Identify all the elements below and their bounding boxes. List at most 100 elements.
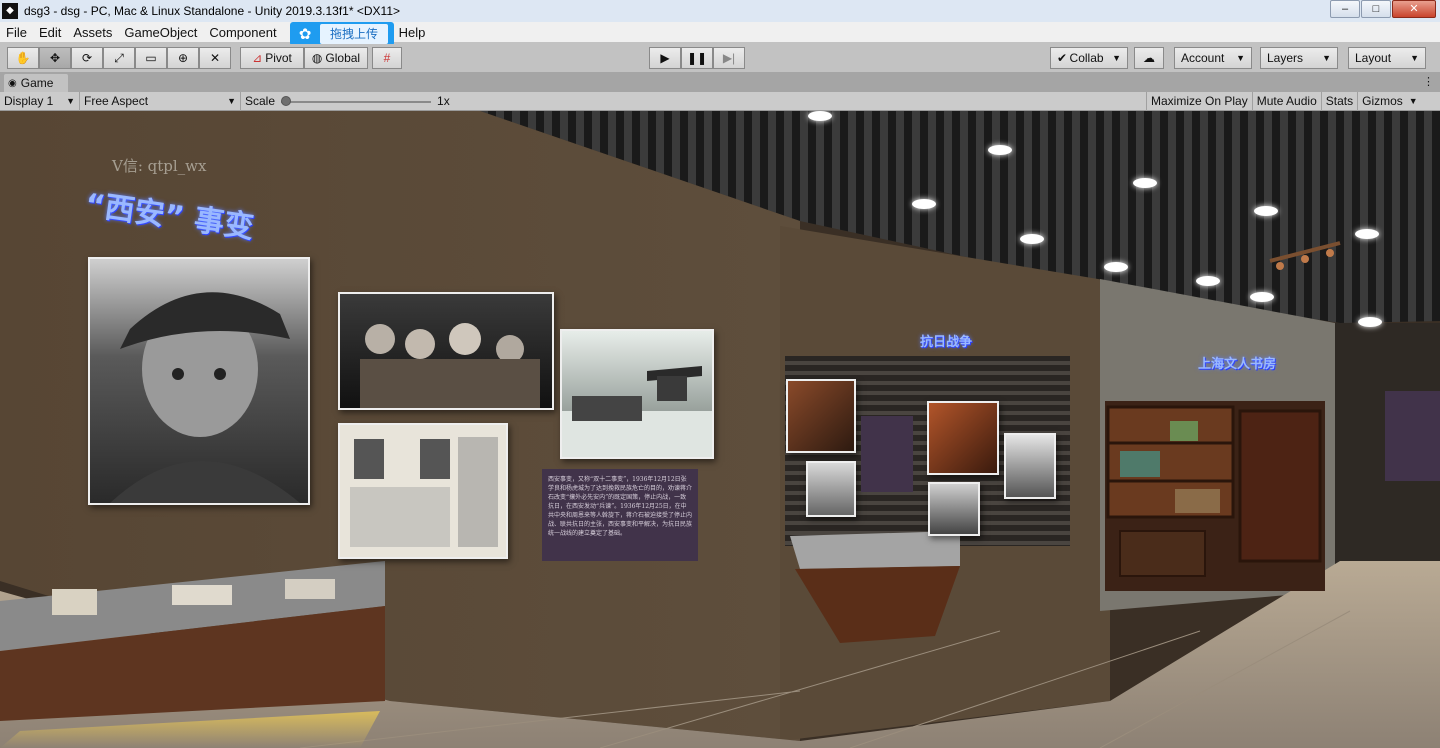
portrait-photo — [88, 257, 310, 505]
aspect-dropdown[interactable]: Free Aspect ▼ — [80, 91, 241, 111]
global-label: Global — [325, 51, 361, 65]
layout-label: Layout — [1355, 51, 1392, 65]
globe-icon: ◍ — [311, 51, 323, 65]
step-icon: ▶| — [722, 51, 736, 65]
scale-control: Scale 1x — [241, 91, 1147, 111]
main-toolbar: ✋ ✥ ⟳ ⤢ ▭ ⊕ ✕ ⊿ Pivot ◍ Global # ▶ ❚❚ ▶|… — [0, 44, 1440, 72]
layers-label: Layers — [1267, 51, 1304, 65]
upload-overlay[interactable]: ✿ 拖拽上传 — [290, 22, 394, 46]
menu-file[interactable]: File — [0, 25, 33, 40]
history-text-panel: 西安事变，又称“双十二事变”，1936年12月12日张学良和杨虎城为了达到挽救民… — [542, 469, 698, 561]
tab-game[interactable]: ◉ Game — [4, 74, 68, 92]
pivot-label: Pivot — [265, 51, 292, 65]
stats-toggle[interactable]: Stats — [1322, 91, 1359, 111]
step-button[interactable]: ▶| — [713, 47, 745, 69]
game-viewport[interactable]: V信: qtpl_wx “西安” 事变 抗日战争 上海文人书房 西安事变，又称“… — [0, 111, 1440, 748]
rect-tool-icon[interactable]: ▭ — [135, 47, 167, 69]
sign-shanghai-study: 上海文人书房 — [1198, 357, 1277, 372]
cloud-icon: ☁ — [1143, 51, 1155, 65]
menu-help[interactable]: Help — [393, 25, 432, 40]
pivot-icon: ⊿ — [252, 51, 263, 65]
ceiling-light — [1020, 234, 1044, 244]
chevron-down-icon: ▼ — [1322, 53, 1331, 63]
pivot-toggle[interactable]: ⊿ Pivot — [240, 47, 304, 69]
ceiling-light — [988, 145, 1012, 155]
account-label: Account — [1181, 51, 1225, 65]
officers-photo — [338, 292, 554, 410]
custom-tool-icon[interactable]: ✕ — [199, 47, 231, 69]
maximize-button[interactable]: □ — [1361, 0, 1391, 18]
gamepad-icon: ◉ — [8, 77, 17, 89]
gizmos-label: Gizmos — [1362, 94, 1403, 108]
middle-showcase-glass — [790, 531, 960, 569]
slider-track — [281, 100, 432, 103]
gizmos-dropdown[interactable]: Gizmos ▼ — [1358, 92, 1422, 111]
scale-value: 1x — [437, 94, 450, 108]
cloud-upload-icon: ✿ — [298, 26, 312, 43]
ceiling-light — [1196, 276, 1220, 286]
chevron-down-icon: ▼ — [1408, 96, 1418, 106]
window-title: dsg3 - dsg - PC, Mac & Linux Standalone … — [24, 4, 400, 18]
menu-bar: File Edit Assets GameObject Component He… — [0, 22, 1440, 42]
pause-button[interactable]: ❚❚ — [681, 47, 713, 69]
play-icon: ▶ — [660, 51, 670, 65]
tab-game-label: Game — [20, 76, 54, 90]
collab-dropdown[interactable]: ✔ Collab ▼ — [1050, 47, 1128, 69]
chevron-down-icon: ▼ — [1112, 53, 1121, 63]
play-button[interactable]: ▶ — [649, 47, 681, 69]
right-text-panel — [1385, 391, 1440, 481]
minimize-button[interactable]: – — [1330, 0, 1360, 18]
ceiling-light — [1355, 229, 1379, 239]
war-photo-1 — [806, 461, 856, 517]
menu-assets[interactable]: Assets — [67, 25, 118, 40]
hand-tool-icon[interactable]: ✋ — [7, 47, 39, 69]
tab-menu-icon[interactable]: ⋮ — [1423, 75, 1434, 88]
war-painting-2 — [927, 401, 999, 475]
account-dropdown[interactable]: Account ▼ — [1174, 47, 1252, 69]
global-toggle[interactable]: ◍ Global — [304, 47, 368, 69]
chevron-down-icon: ▼ — [227, 96, 236, 106]
ceiling-light — [808, 111, 832, 121]
move-tool-icon[interactable]: ✥ — [39, 47, 71, 69]
ceiling-light — [1133, 178, 1157, 188]
grid-snap-button[interactable]: # — [372, 47, 402, 69]
cloud-button[interactable]: ☁ — [1134, 47, 1164, 69]
transform-tool-icon[interactable]: ⊕ — [167, 47, 199, 69]
title-bar: ◆ dsg3 - dsg - PC, Mac & Linux Standalon… — [0, 0, 1440, 22]
war-text-panel — [861, 416, 913, 492]
tab-row: ◉ Game ⋮ — [0, 72, 1440, 92]
display-label: Display 1 — [4, 94, 54, 108]
ceiling-light — [1358, 317, 1382, 327]
airplane-photo — [560, 329, 714, 459]
mute-audio-toggle[interactable]: Mute Audio — [1253, 91, 1322, 111]
slider-handle[interactable] — [281, 95, 292, 106]
grid-snap-icon: # — [383, 51, 391, 65]
watermark-text: V信: qtpl_wx — [112, 157, 207, 175]
chevron-down-icon: ▼ — [66, 96, 75, 106]
rotate-tool-icon[interactable]: ⟳ — [71, 47, 103, 69]
ceiling-light — [1254, 206, 1278, 216]
chevron-down-icon: ▼ — [1410, 53, 1419, 63]
menu-edit[interactable]: Edit — [33, 25, 67, 40]
ceiling-light — [1104, 262, 1128, 272]
maximize-on-play-toggle[interactable]: Maximize On Play — [1147, 91, 1253, 111]
war-photo-3 — [928, 482, 980, 536]
ceiling-light — [912, 199, 936, 209]
aspect-label: Free Aspect — [84, 94, 149, 108]
check-icon: ✔ — [1057, 51, 1068, 65]
menu-gameobject[interactable]: GameObject — [118, 25, 203, 40]
scale-tool-icon[interactable]: ⤢ — [103, 47, 135, 69]
layout-dropdown[interactable]: Layout ▼ — [1348, 47, 1426, 69]
layers-dropdown[interactable]: Layers ▼ — [1260, 47, 1338, 69]
menu-component[interactable]: Component — [203, 25, 282, 40]
ceiling-light — [1250, 292, 1274, 302]
game-view-toolbar: Display 1 ▼ Free Aspect ▼ Scale 1x Maxim… — [0, 91, 1440, 111]
scale-label: Scale — [245, 94, 276, 108]
unity-logo-icon: ◆ — [2, 3, 18, 19]
scale-slider[interactable] — [281, 92, 432, 111]
chevron-down-icon: ▼ — [1236, 53, 1245, 63]
sign-anti-japanese-war: 抗日战争 — [920, 335, 973, 350]
display-dropdown[interactable]: Display 1 ▼ — [0, 91, 80, 111]
close-button[interactable]: ✕ — [1392, 0, 1436, 18]
collab-label: Collab — [1069, 51, 1104, 65]
